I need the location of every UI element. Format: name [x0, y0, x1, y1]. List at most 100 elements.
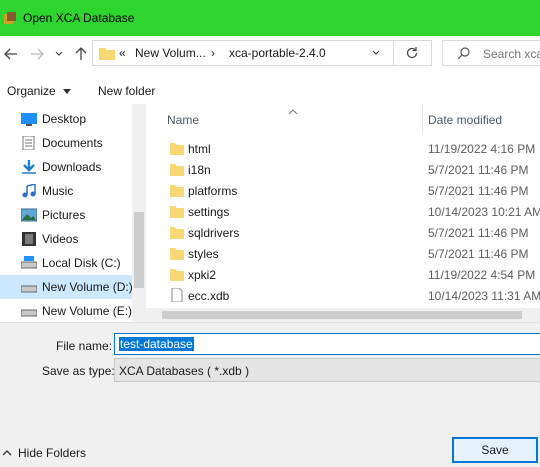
folder-icon — [170, 183, 184, 197]
back-arrow-icon[interactable] — [2, 45, 20, 63]
file-name: ecc.xdb — [188, 289, 230, 303]
navigation-pane-scrollbar[interactable] — [132, 104, 146, 322]
title-bar: Open XCA Database — [0, 0, 540, 36]
file-icon — [170, 287, 184, 303]
column-divider[interactable] — [422, 104, 423, 134]
nav-item-music[interactable]: Music — [0, 179, 132, 203]
new-folder-button[interactable]: New folder — [98, 84, 155, 98]
column-header-date-modified[interactable]: Date modified — [428, 113, 502, 127]
search-field[interactable]: Search xca — [442, 40, 540, 66]
folder-icon — [170, 204, 184, 218]
command-bar — [0, 76, 540, 104]
save-button[interactable]: Save — [452, 437, 538, 463]
folder-icon — [170, 246, 184, 260]
save-as-type-label: Save as type: — [42, 364, 115, 378]
file-name: html — [188, 142, 211, 156]
file-date: 11/19/2022 4:54 PM — [428, 268, 536, 282]
nav-item-label: New Volume (D:) — [42, 280, 132, 294]
documents-icon — [21, 135, 37, 151]
nav-item-label: New Volume (E:) — [42, 304, 132, 318]
nav-item-pictures[interactable]: Pictures — [0, 203, 132, 227]
breadcrumb-item[interactable]: New Volum... — [135, 46, 206, 60]
videos-icon — [21, 232, 37, 246]
nav-item-label: Downloads — [42, 160, 102, 174]
folder-icon — [99, 46, 115, 63]
file-name-label: File name: — [56, 339, 113, 353]
nav-item-new-volume-e[interactable]: New Volume (E:) — [0, 299, 132, 323]
breadcrumb-item[interactable]: xca-portable-2.4.0 — [229, 46, 326, 60]
file-date: 10/14/2023 10:21 AM — [428, 205, 540, 219]
list-item[interactable]: settings 10/14/2023 10:21 AM — [146, 201, 540, 222]
save-as-type-value: XCA Databases ( *.xdb ) — [119, 364, 250, 378]
pictures-icon — [20, 208, 38, 222]
nav-item-documents[interactable]: Documents — [0, 131, 132, 155]
list-item[interactable]: sqldrivers 5/7/2021 11:46 PM — [146, 222, 540, 243]
file-date: 5/7/2021 11:46 PM — [428, 247, 529, 261]
navigation-pane: Desktop Documents Downloads Music Pictur… — [0, 104, 132, 322]
nav-item-downloads[interactable]: Downloads — [0, 155, 132, 179]
file-date: 10/14/2023 11:31 AM — [428, 289, 540, 303]
nav-item-label: Local Disk (C:) — [42, 256, 121, 270]
desktop-icon — [21, 112, 37, 126]
drive-icon — [20, 256, 38, 270]
search-icon — [457, 46, 471, 63]
hide-folders-toggle[interactable]: Hide Folders — [2, 446, 86, 460]
music-icon — [21, 183, 37, 198]
address-divider — [393, 41, 394, 65]
file-date: 11/19/2022 4:16 PM — [428, 142, 536, 156]
file-name: platforms — [188, 184, 238, 198]
address-dropdown-icon[interactable] — [371, 45, 381, 62]
up-arrow-icon[interactable] — [72, 45, 90, 63]
downloads-icon — [21, 160, 37, 174]
breadcrumb-overflow[interactable]: « — [119, 46, 126, 60]
nav-item-label: Documents — [42, 136, 103, 150]
folder-icon — [170, 141, 184, 155]
file-list: Name Date modified html 11/19/2022 4:16 … — [146, 104, 540, 322]
folder-icon — [170, 267, 184, 281]
drive-icon — [20, 280, 38, 294]
chevron-up-icon — [2, 446, 12, 460]
folder-icon — [170, 225, 184, 239]
file-name-input[interactable]: test-database — [114, 333, 540, 355]
nav-item-local-disk-c[interactable]: Local Disk (C:) — [0, 251, 132, 275]
sort-ascending-icon — [288, 104, 298, 118]
nav-item-label: Videos — [42, 232, 79, 246]
file-name: xpki2 — [188, 268, 217, 282]
nav-item-desktop[interactable]: Desktop — [0, 107, 132, 131]
organize-label: Organize — [7, 84, 56, 98]
file-date: 5/7/2021 11:46 PM — [428, 163, 529, 177]
address-bar[interactable]: « New Volum... › xca-portable-2.4.0 — [92, 40, 432, 66]
file-name: styles — [188, 247, 219, 261]
file-name: i18n — [188, 163, 211, 177]
list-item[interactable]: html 11/19/2022 4:16 PM — [146, 138, 540, 159]
list-item[interactable]: ecc.xdb 10/14/2023 11:31 AM — [146, 285, 540, 306]
save-button-label: Save — [481, 443, 509, 457]
file-date: 5/7/2021 11:46 PM — [428, 226, 529, 240]
file-name: sqldrivers — [188, 226, 240, 240]
file-list-horizontal-scrollbar[interactable] — [146, 308, 540, 322]
list-item[interactable]: styles 5/7/2021 11:46 PM — [146, 243, 540, 264]
scrollbar-thumb[interactable] — [134, 212, 144, 288]
window-title: Open XCA Database — [23, 11, 135, 25]
app-icon — [3, 11, 17, 25]
list-item[interactable]: platforms 5/7/2021 11:46 PM — [146, 180, 540, 201]
file-name: settings — [188, 205, 230, 219]
folder-icon — [170, 162, 184, 176]
hide-folders-label: Hide Folders — [18, 446, 87, 460]
nav-item-videos[interactable]: Videos — [0, 227, 132, 251]
nav-item-label: Pictures — [42, 208, 86, 222]
breadcrumb-separator-icon[interactable]: › — [211, 46, 215, 60]
organize-button[interactable]: Organize — [7, 84, 72, 98]
chevron-down-icon — [63, 84, 72, 98]
scrollbar-thumb[interactable] — [162, 311, 522, 319]
recent-locations-chevron-icon[interactable] — [50, 45, 68, 63]
list-item[interactable]: i18n 5/7/2021 11:46 PM — [146, 159, 540, 180]
save-as-type-select[interactable]: XCA Databases ( *.xdb ) — [114, 358, 540, 382]
list-item[interactable]: xpki2 11/19/2022 4:54 PM — [146, 264, 540, 285]
forward-arrow-icon[interactable] — [28, 45, 46, 63]
refresh-icon[interactable] — [405, 46, 419, 63]
nav-item-new-volume-d[interactable]: New Volume (D:) — [0, 275, 132, 299]
column-header-name[interactable]: Name — [167, 113, 199, 127]
file-name-value: test-database — [119, 337, 194, 351]
drive-icon — [20, 304, 38, 318]
